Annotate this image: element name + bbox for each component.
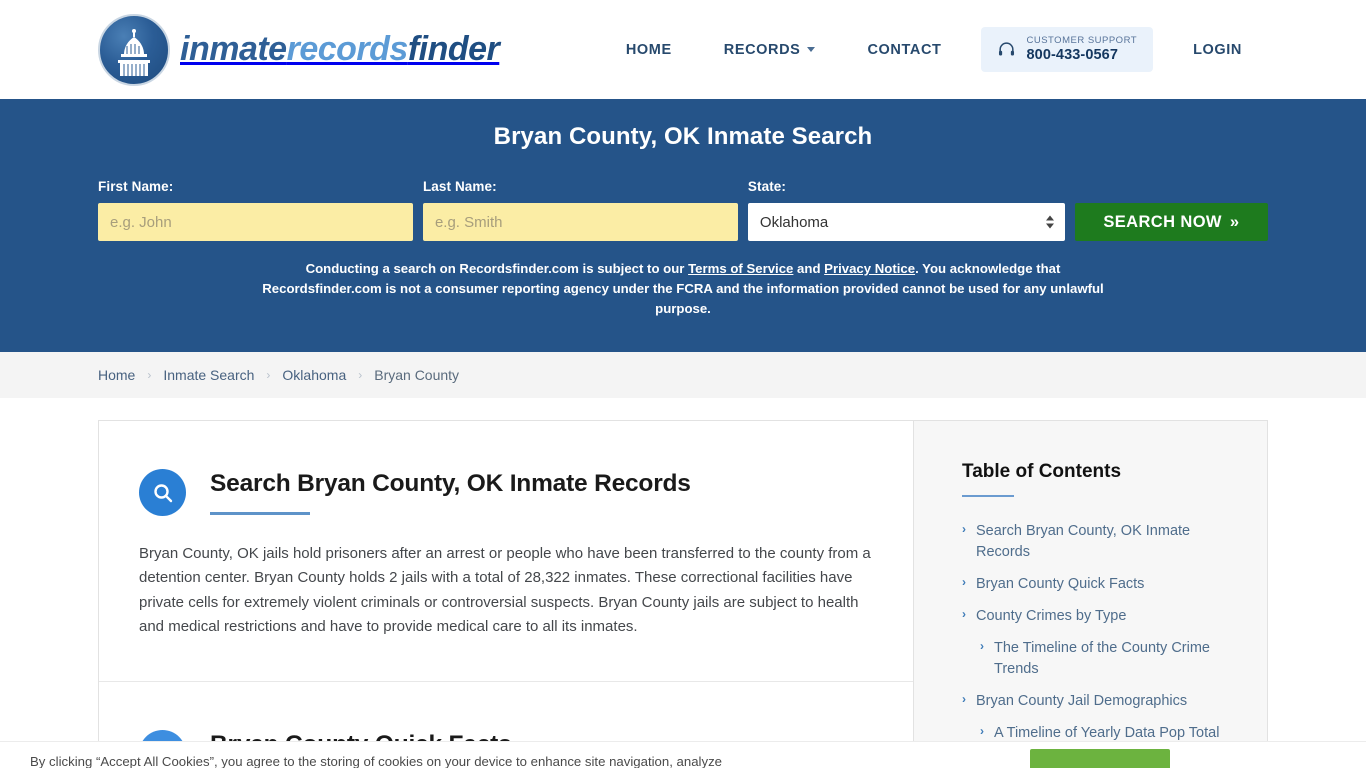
breadcrumb-item-home[interactable]: Home xyxy=(98,367,135,383)
nav-label-home: HOME xyxy=(625,41,672,58)
breadcrumb-item-oklahoma[interactable]: Oklahoma xyxy=(282,367,346,383)
breadcrumb-separator-icon: › xyxy=(266,368,271,382)
chevron-right-icon: › xyxy=(962,575,966,590)
site-header: inmaterecordsfinder HOME RECORDS CONTACT… xyxy=(0,0,1366,99)
nav-item-login[interactable]: LOGIN xyxy=(1167,42,1268,58)
toc-link-county-crimes[interactable]: County Crimes by Type xyxy=(976,606,1126,627)
nav-label-contact: CONTACT xyxy=(867,41,942,58)
breadcrumb: Home › Inmate Search › Oklahoma › Bryan … xyxy=(0,352,1366,398)
terms-of-service-link[interactable]: Terms of Service xyxy=(688,261,793,276)
search-disclaimer: Conducting a search on Recordsfinder.com… xyxy=(253,259,1113,318)
support-phone[interactable]: 800-433-0567 xyxy=(1026,47,1137,64)
privacy-notice-link[interactable]: Privacy Notice xyxy=(824,261,915,276)
toc-link-search-records[interactable]: Search Bryan County, OK Inmate Records xyxy=(976,521,1235,563)
state-select-wrapper: Oklahoma xyxy=(747,203,1065,241)
nav-item-home[interactable]: HOME xyxy=(600,42,698,58)
chevron-down-icon xyxy=(807,47,816,52)
search-now-button[interactable]: SEARCH NOW » xyxy=(1074,203,1268,241)
support-caption: CUSTOMER SUPPORT xyxy=(1026,34,1138,46)
state-field-group: State: Oklahoma xyxy=(747,179,1065,241)
first-name-field-group: First Name: xyxy=(98,179,413,241)
toc-title: Table of Contents xyxy=(962,461,1122,482)
table-of-contents-sidebar: Table of Contents › Search Bryan County,… xyxy=(913,420,1268,768)
main-navigation: HOME RECORDS CONTACT CUSTOMER SUPPORT 80… xyxy=(600,26,1268,73)
first-name-label: First Name: xyxy=(98,179,174,194)
toc-item[interactable]: › The Timeline of the County Crime Trend… xyxy=(980,638,1235,680)
logo-link[interactable]: inmaterecordsfinder xyxy=(98,13,500,86)
toc-item[interactable]: › Search Bryan County, OK Inmate Records xyxy=(962,521,1235,563)
logo-word-finder: finder xyxy=(407,30,500,68)
toc-item[interactable]: › County Crimes by Type xyxy=(962,606,1235,627)
section-title: Search Bryan County, OK Inmate Records xyxy=(210,470,691,497)
page-body: Search Bryan County, OK Inmate Records B… xyxy=(0,420,1366,768)
toc-item[interactable]: › Bryan County Jail Demographics xyxy=(962,691,1235,712)
breadcrumb-separator-icon: › xyxy=(358,368,363,382)
nav-label-login: LOGIN xyxy=(1193,41,1242,58)
toc-underline xyxy=(962,495,1014,497)
nav-item-contact[interactable]: CONTACT xyxy=(841,42,967,58)
logo-word-inmate: inmate xyxy=(180,30,287,68)
logo-word-records: records xyxy=(286,30,409,68)
title-underline xyxy=(210,512,310,515)
toc-link-quick-facts[interactable]: Bryan County Quick Facts xyxy=(976,574,1144,595)
hero-search-section: Bryan County, OK Inmate Search First Nam… xyxy=(0,99,1366,352)
headset-icon xyxy=(997,40,1016,59)
chevron-right-icon: › xyxy=(962,692,966,707)
magnifier-icon xyxy=(139,469,186,516)
toc-list: › Search Bryan County, OK Inmate Records… xyxy=(962,521,1235,768)
chevron-right-icon: › xyxy=(980,724,984,739)
disclaimer-part-1: Conducting a search on Recordsfinder.com… xyxy=(305,261,689,276)
main-content-column: Search Bryan County, OK Inmate Records B… xyxy=(98,420,913,768)
section-paragraph: Bryan County, OK jails hold prisoners af… xyxy=(139,545,871,635)
capitol-dome-icon xyxy=(98,13,170,86)
section-search-records: Search Bryan County, OK Inmate Records B… xyxy=(99,421,913,683)
toc-link-jail-demographics[interactable]: Bryan County Jail Demographics xyxy=(976,691,1187,712)
logo-wordmark: inmaterecordsfinder xyxy=(180,30,500,69)
breadcrumb-separator-icon: › xyxy=(147,368,152,382)
page-title: Bryan County, OK Inmate Search xyxy=(493,123,873,150)
double-chevron-icon: » xyxy=(1229,212,1240,231)
first-name-input[interactable] xyxy=(98,203,413,241)
section-header: Search Bryan County, OK Inmate Records xyxy=(139,466,873,516)
cookie-consent-banner: By clicking “Accept All Cookies”, you ag… xyxy=(0,741,1366,768)
customer-support-block[interactable]: CUSTOMER SUPPORT 800-433-0567 xyxy=(981,26,1154,73)
last-name-input[interactable] xyxy=(422,203,738,241)
section-title-wrap: Search Bryan County, OK Inmate Records xyxy=(210,466,691,515)
search-now-label: SEARCH NOW xyxy=(1103,212,1222,231)
chevron-right-icon: › xyxy=(962,607,966,622)
breadcrumb-item-inmate-search[interactable]: Inmate Search xyxy=(163,367,254,383)
breadcrumb-item-bryan-county: Bryan County xyxy=(374,367,460,383)
cookie-banner-text: By clicking “Accept All Cookies”, you ag… xyxy=(30,754,722,768)
state-label: State: xyxy=(747,179,787,194)
state-select[interactable]: Oklahoma xyxy=(747,203,1065,241)
toc-link-crime-trends[interactable]: The Timeline of the County Crime Trends xyxy=(994,638,1235,680)
inmate-search-form: First Name: Last Name: State: Oklahoma S… xyxy=(98,179,1268,241)
nav-label-records: RECORDS xyxy=(723,41,801,58)
accept-all-cookies-button[interactable] xyxy=(1030,748,1170,768)
last-name-label: Last Name: xyxy=(422,179,497,194)
disclaimer-part-2: and xyxy=(793,261,825,276)
nav-item-records[interactable]: RECORDS xyxy=(698,42,842,58)
chevron-right-icon: › xyxy=(980,639,984,654)
chevron-right-icon: › xyxy=(962,522,966,536)
last-name-field-group: Last Name: xyxy=(422,179,738,241)
toc-item[interactable]: › Bryan County Quick Facts xyxy=(962,574,1235,595)
